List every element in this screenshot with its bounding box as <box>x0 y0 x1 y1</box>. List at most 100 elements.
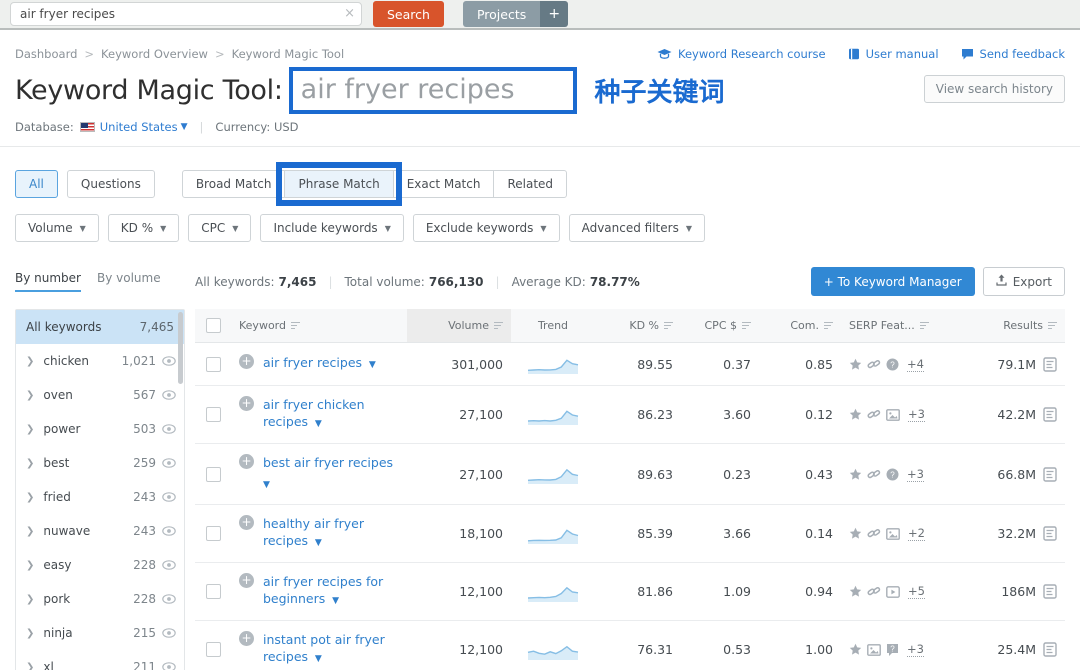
sidebar-group-ninja[interactable]: ❯ninja215 <box>16 616 184 650</box>
sidebar-group-nuwave[interactable]: ❯nuwave243 <box>16 514 184 548</box>
tab-by-volume[interactable]: By volume <box>97 271 161 292</box>
clear-search-icon[interactable]: × <box>344 6 355 22</box>
chevron-right-icon[interactable]: ❯ <box>26 356 34 367</box>
add-keyword-icon[interactable]: + <box>239 631 254 646</box>
add-keyword-icon[interactable]: + <box>239 515 254 530</box>
tab-exact-match[interactable]: Exact Match <box>393 170 495 198</box>
select-all-checkbox[interactable] <box>206 318 221 333</box>
row-checkbox[interactable] <box>206 467 221 482</box>
chevron-right-icon[interactable]: ❯ <box>26 390 34 401</box>
serp-snapshot-icon[interactable] <box>1043 357 1057 372</box>
column-header-volume[interactable]: Volume <box>407 309 511 342</box>
keyword-link[interactable]: best air fryer recipes ▼ <box>263 454 399 494</box>
add-keyword-icon[interactable]: + <box>239 354 254 369</box>
eye-icon[interactable] <box>162 424 176 434</box>
breadcrumb-item[interactable]: Keyword Magic Tool <box>232 47 345 61</box>
column-header-com-[interactable]: Com. <box>759 309 841 342</box>
add-keyword-icon[interactable]: + <box>239 396 254 411</box>
sidebar-group-power[interactable]: ❯power503 <box>16 412 184 446</box>
sidebar-group-chicken[interactable]: ❯chicken1,021 <box>16 344 184 378</box>
serp-more-link[interactable]: +2 <box>908 526 925 541</box>
eye-icon[interactable] <box>162 390 176 400</box>
sidebar-group-easy[interactable]: ❯easy228 <box>16 548 184 582</box>
chevron-right-icon[interactable]: ❯ <box>26 628 34 639</box>
header-link[interactable]: User manual <box>848 47 939 61</box>
all-keywords-group[interactable]: All keywords 7,465 <box>16 310 184 344</box>
sidebar-scrollbar[interactable] <box>178 312 183 384</box>
column-header-keyword[interactable]: Keyword <box>231 309 407 342</box>
serp-snapshot-icon[interactable] <box>1043 584 1057 599</box>
search-input[interactable] <box>10 2 362 26</box>
keyword-link[interactable]: instant pot air fryer recipes ▼ <box>263 631 399 668</box>
filter-exclude-keywords[interactable]: Exclude keywords▼ <box>413 214 560 242</box>
eye-icon[interactable] <box>162 628 176 638</box>
sidebar-group-oven[interactable]: ❯oven567 <box>16 378 184 412</box>
search-button[interactable]: Search <box>373 1 444 27</box>
sort-icon[interactable] <box>291 322 300 330</box>
serp-more-link[interactable]: +3 <box>907 642 924 657</box>
filter-advanced-filters[interactable]: Advanced filters▼ <box>569 214 705 242</box>
add-project-button[interactable]: + <box>540 1 568 27</box>
keyword-link[interactable]: healthy air fryer recipes ▼ <box>263 515 399 552</box>
column-header-kd-[interactable]: KD % <box>595 309 681 342</box>
sidebar-group-fried[interactable]: ❯fried243 <box>16 480 184 514</box>
chevron-right-icon[interactable]: ❯ <box>26 458 34 469</box>
sort-icon[interactable] <box>664 322 673 330</box>
projects-button[interactable]: Projects <box>463 1 540 27</box>
serp-snapshot-icon[interactable] <box>1043 642 1057 657</box>
eye-icon[interactable] <box>162 526 176 536</box>
to-keyword-manager-button[interactable]: + To Keyword Manager <box>811 267 975 296</box>
eye-icon[interactable] <box>162 560 176 570</box>
add-keyword-icon[interactable]: + <box>239 573 254 588</box>
export-button[interactable]: Export <box>983 267 1065 296</box>
filter-cpc[interactable]: CPC▼ <box>188 214 251 242</box>
eye-icon[interactable] <box>162 458 176 468</box>
sidebar-group-pork[interactable]: ❯pork228 <box>16 582 184 616</box>
tab-phrase-match[interactable]: Phrase Match <box>284 170 393 198</box>
database-selector[interactable]: United States <box>100 120 178 134</box>
eye-icon[interactable] <box>162 662 176 670</box>
keyword-link[interactable]: air fryer chicken recipes ▼ <box>263 396 399 433</box>
keyword-link[interactable]: air fryer recipes ▼ <box>263 354 376 374</box>
tab-broad-match[interactable]: Broad Match <box>182 170 286 198</box>
chevron-right-icon[interactable]: ❯ <box>26 424 34 435</box>
column-header-cpc-[interactable]: CPC $ <box>681 309 759 342</box>
header-link[interactable]: Keyword Research course <box>657 47 826 61</box>
filter-kd-[interactable]: KD %▼ <box>108 214 179 242</box>
serp-more-link[interactable]: +3 <box>908 407 925 422</box>
tab-questions[interactable]: Questions <box>67 170 155 198</box>
chevron-right-icon[interactable]: ❯ <box>26 492 34 503</box>
row-checkbox[interactable] <box>206 407 221 422</box>
row-checkbox[interactable] <box>206 584 221 599</box>
breadcrumb-item[interactable]: Keyword Overview <box>101 47 208 61</box>
breadcrumb-item[interactable]: Dashboard <box>15 47 77 61</box>
sidebar-group-best[interactable]: ❯best259 <box>16 446 184 480</box>
keyword-link[interactable]: air fryer recipes for beginners ▼ <box>263 573 399 610</box>
serp-more-link[interactable]: +5 <box>908 584 925 599</box>
serp-snapshot-icon[interactable] <box>1043 467 1057 482</box>
row-checkbox[interactable] <box>206 357 221 372</box>
add-keyword-icon[interactable]: + <box>239 454 254 469</box>
tab-by-number[interactable]: By number <box>15 271 81 292</box>
row-checkbox[interactable] <box>206 526 221 541</box>
column-header-results[interactable]: Results <box>967 309 1065 342</box>
serp-snapshot-icon[interactable] <box>1043 526 1057 541</box>
serp-more-link[interactable]: +3 <box>907 467 924 482</box>
tab-related[interactable]: Related <box>493 170 567 198</box>
header-link[interactable]: Send feedback <box>961 47 1065 61</box>
view-search-history-button[interactable]: View search history <box>924 75 1065 103</box>
tab-all[interactable]: All <box>15 170 58 198</box>
sidebar-group-xl[interactable]: ❯xl211 <box>16 650 184 670</box>
filter-volume[interactable]: Volume▼ <box>15 214 99 242</box>
eye-icon[interactable] <box>162 492 176 502</box>
chevron-down-icon[interactable]: ▼ <box>181 122 188 132</box>
sort-icon[interactable] <box>1048 322 1057 330</box>
column-header-serp-feat-[interactable]: SERP Feat... <box>841 309 967 342</box>
serp-more-link[interactable]: +4 <box>907 357 924 372</box>
sort-icon[interactable] <box>742 322 751 330</box>
row-checkbox[interactable] <box>206 642 221 657</box>
sort-icon[interactable] <box>920 322 929 330</box>
sort-icon[interactable] <box>494 322 503 330</box>
chevron-right-icon[interactable]: ❯ <box>26 526 34 537</box>
eye-icon[interactable] <box>162 594 176 604</box>
